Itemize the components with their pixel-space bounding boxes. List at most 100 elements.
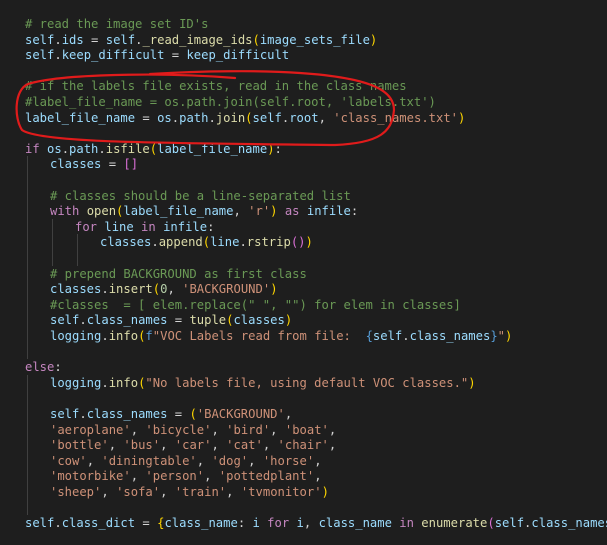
code-token: . [61,141,70,156]
code-line[interactable]: classes = [] [50,156,138,172]
code-token: . [98,141,106,156]
code-token: root [289,110,319,125]
code-token: ( [252,32,260,47]
code-token: . [54,48,62,63]
code-token: ids [61,32,84,47]
code-line[interactable]: logging.info(f"VOC Labels read from file… [50,328,512,344]
code-token: 'bicycle' [145,422,212,437]
code-token: ( [202,235,211,250]
code-line[interactable]: self.keep_difficult = keep_difficult [25,47,289,63]
indent-guide [52,218,53,266]
code-token: ( [487,516,495,531]
code-token: classes [50,282,102,297]
code-token: , [270,422,285,437]
code-token: rstrip [246,235,291,250]
code-token: " [497,329,506,343]
code-line[interactable]: 'bottle', 'bus', 'car', 'cat', 'chair', [50,437,336,453]
code-token: keep_difficult [61,48,165,63]
code-token: ) [270,204,278,219]
code-token: : [237,516,253,531]
code-token: path [69,141,99,156]
code-line[interactable]: self.class_dict = {class_name: i for i, … [25,515,607,531]
code-line[interactable]: self.ids = self._read_image_ids(image_se… [25,32,377,48]
code-token: infile [306,204,351,219]
code-token: 'dog' [211,453,249,468]
code-token: class_name [318,516,392,531]
code-token: i [252,516,260,531]
code-token: () [290,235,306,250]
code-line[interactable]: 'sheep', 'sofa', 'train', 'tvmonitor') [50,484,329,500]
code-token: self [252,110,282,125]
code-token: . [54,32,62,47]
code-line[interactable]: else: [25,359,62,375]
code-line[interactable]: classes.append(line.rstrip()) [100,234,313,250]
indent-guide [77,234,78,266]
code-token: # read the image set ID's [25,17,209,31]
code-token: . [101,329,109,343]
code-token: # if the labels file exists, read in the… [25,79,407,94]
code-token: in [391,516,422,531]
code-token: , [211,422,227,437]
code-token: class_name [164,516,238,531]
code-line[interactable]: # read the image set ID's [25,16,208,32]
code-token: . [151,235,159,250]
code-token: 'bottle' [50,438,109,453]
code-line[interactable]: self.class_names = ('BACKGROUND', [50,406,292,422]
code-token: ( [189,407,197,421]
code-line[interactable]: logging.info("No labels file, using defa… [50,375,476,391]
code-token: for [259,516,297,531]
code-token: . [79,313,87,328]
code-editor[interactable]: # read the image set ID's self.ids = self… [0,0,607,545]
code-line[interactable]: self.class_names = tuple(classes) [50,312,292,328]
code-line[interactable]: 'aeroplane', 'bicycle', 'bird', 'boat', [50,422,336,438]
code-line[interactable]: with open(label_file_name, 'r') as infil… [50,203,358,219]
code-token: , [248,453,263,468]
code-token: else [25,360,55,375]
code-token: 'class_names.txt' [333,110,459,125]
code-token: 'aeroplane' [50,422,131,437]
code-line[interactable]: 'motorbike', 'person', 'pottedplant', [50,468,322,484]
code-token: 'cow' [50,453,87,468]
code-line[interactable]: #label_file_name = os.path.join(self.roo… [25,94,436,110]
code-token: ) [270,282,278,297]
code-token: = [167,313,190,328]
code-line[interactable]: if os.path.isfile(label_file_name): [25,141,282,157]
code-line[interactable]: classes.insert(0, 'BACKGROUND') [50,281,278,297]
code-line[interactable]: #classes = [ elem.replace(" ", "") for e… [50,297,461,313]
indent-guide [27,374,28,516]
code-token: line [104,219,134,234]
code-token: # prepend BACKGROUND as first class [50,266,307,281]
code-token: for [75,219,105,234]
code-token: f [145,329,153,343]
code-line[interactable]: # prepend BACKGROUND as first class [50,266,307,282]
code-token: "VOC Labels read from file: [152,329,366,343]
code-token: , [318,110,334,125]
code-line[interactable]: for line in infile: [75,219,214,235]
code-token: , [328,422,337,437]
code-token: : [350,204,359,219]
code-token: _read_image_ids [142,32,253,47]
code-token: } [490,329,498,343]
code-token: class_dict [61,516,136,531]
code-token: logging [50,375,102,390]
code-token: . [79,407,87,421]
code-token: 'sheep' [50,485,102,499]
code-token: self [50,407,80,421]
code-token: 'pottedplant' [218,469,315,484]
code-line[interactable]: # if the labels file exists, read in the… [25,78,407,94]
code-token: ) [284,313,293,328]
code-token: 'bird' [226,422,271,437]
code-token: ) [369,32,378,47]
code-line[interactable]: 'cow', 'diningtable', 'dog', 'horse', [50,453,322,469]
code-token: , [130,422,146,437]
code-line[interactable]: # classes should be a line-separated lis… [50,188,351,204]
code-line[interactable]: label_file_name = os.path.join(self.root… [25,110,465,126]
code-token: , [204,469,219,484]
code-token: , [108,438,124,453]
code-token: append [158,235,203,250]
code-token: class_names [86,313,168,328]
code-token: label_file_name [157,141,268,156]
code-token: 'BACKGROUND' [182,282,271,297]
code-token: = [164,48,187,63]
code-token: path [179,110,209,125]
